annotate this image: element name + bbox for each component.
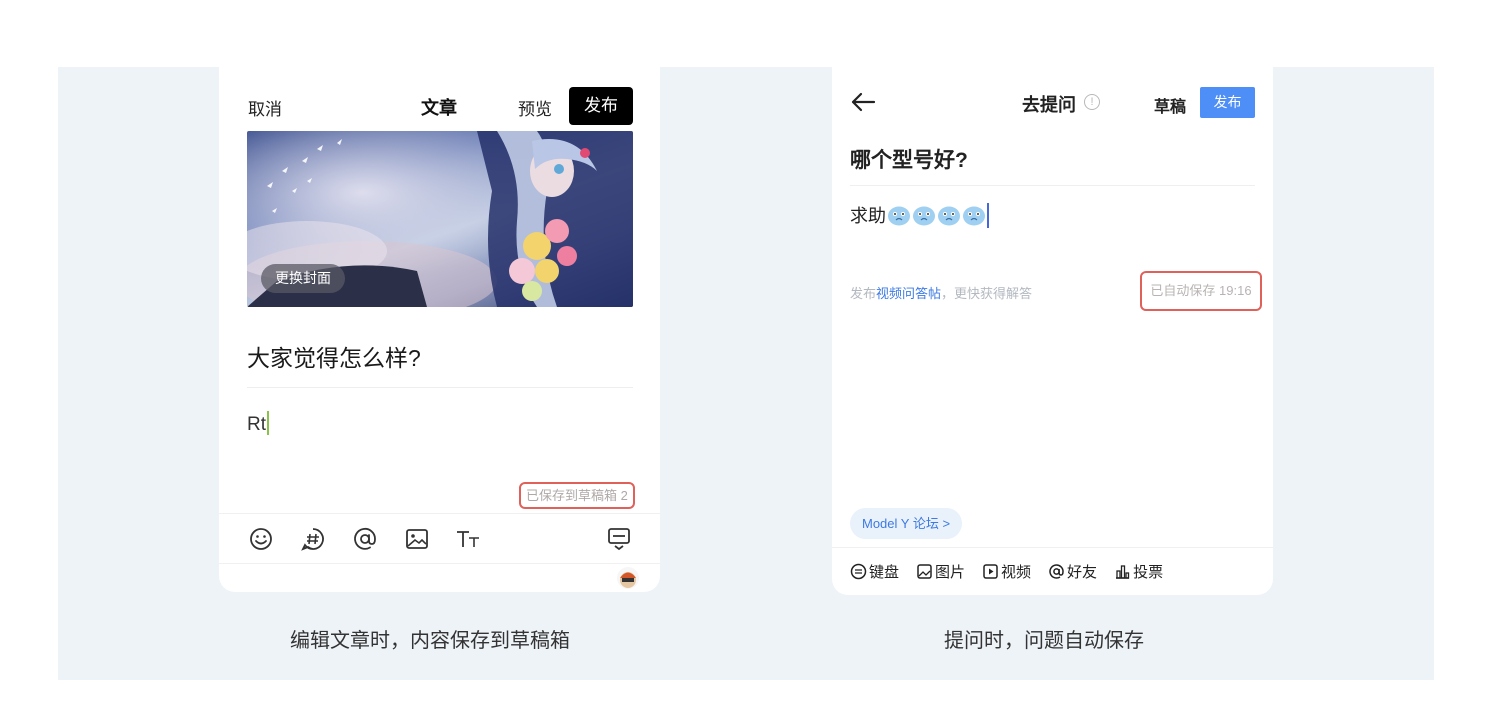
bar-chart-icon [1116,565,1130,579]
divider [219,563,660,564]
at-icon[interactable] [351,525,379,553]
hint-prefix: 发布 [850,286,877,301]
page-title: 去提问 [1022,95,1076,115]
image-button[interactable]: 图片 [916,561,965,582]
text-caret [987,202,989,228]
question-toolbar: 键盘 图片 视频 好友 投票 [850,561,1180,582]
hint-suffix: ，更快获得解答 [941,286,1033,301]
body-text: 求助 [850,206,886,226]
question-body-input[interactable]: 求助 [850,202,989,228]
preview-button[interactable]: 预览 [518,95,552,120]
canvas: 取消 文章 预览 发布 更换封面 大家觉得怎么样? Rt 已保存到草稿箱 2 编… [58,67,1434,680]
article-editor-screen: 取消 文章 预览 发布 更换封面 大家觉得怎么样? Rt 已保存到草稿箱 2 [219,67,660,592]
text-caret [267,411,269,435]
divider [832,547,1273,548]
body-text: Rt [247,414,266,435]
cover-image: 更换封面 [247,131,633,307]
image-icon [917,564,932,579]
video-qa-hint: 发布视频问答帖，更快获得解答 [850,283,1032,302]
video-label: 视频 [1001,564,1032,581]
text-style-icon[interactable] [455,525,483,553]
image-label: 图片 [935,564,966,581]
autosave-status: 已自动保存 19:16 [1140,271,1262,311]
divider [219,513,660,514]
question-title-input[interactable]: 哪个型号好? [850,144,968,174]
crying-emoji-icon [938,206,960,226]
keyboard-button[interactable]: 键盘 [850,561,899,582]
cancel-button[interactable]: 取消 [248,95,282,120]
smile-icon [850,563,867,580]
crying-emoji-icon [913,206,935,226]
ask-question-screen: 去提问 ! 草稿 发布 哪个型号好? 求助 发布视频问答帖，更快获得解答 已自动… [832,67,1273,595]
back-arrow-icon[interactable] [850,91,876,113]
vote-label: 投票 [1133,564,1164,581]
editor-header: 取消 文章 预览 发布 [219,87,660,125]
video-icon [983,564,998,579]
divider [247,387,633,388]
article-body-input[interactable]: Rt [247,411,269,436]
right-caption: 提问时，问题自动保存 [944,630,1144,652]
divider [850,185,1255,186]
publish-button[interactable]: 发布 [569,87,633,125]
publish-button[interactable]: 发布 [1200,87,1255,118]
keyboard-collapse-icon[interactable] [605,525,633,553]
draft-saved-status: 已保存到草稿箱 2 [519,482,635,509]
forum-chip[interactable]: Model Y 论坛 > [850,508,963,539]
vote-button[interactable]: 投票 [1114,561,1163,582]
crying-emoji-icon [963,206,985,226]
editor-toolbar [219,525,660,555]
avatar[interactable] [617,567,639,589]
info-icon[interactable]: ! [1084,94,1100,110]
change-cover-button[interactable]: 更换封面 [261,264,345,293]
keyboard-label: 键盘 [869,564,900,581]
draft-button[interactable]: 草稿 [1154,93,1186,117]
video-button[interactable]: 视频 [982,561,1031,582]
left-caption: 编辑文章时，内容保存到草稿箱 [290,630,570,652]
topic-hash-icon[interactable] [299,525,327,553]
at-icon [1049,564,1064,579]
article-title-input[interactable]: 大家觉得怎么样? [247,339,421,373]
page-title: 文章 [421,98,457,118]
image-icon[interactable] [403,525,431,553]
friend-label: 好友 [1067,564,1098,581]
video-qa-link[interactable]: 视频问答帖 [876,286,941,301]
friend-button[interactable]: 好友 [1048,561,1097,582]
crying-emoji-icon [888,206,910,226]
smile-icon[interactable] [247,525,275,553]
